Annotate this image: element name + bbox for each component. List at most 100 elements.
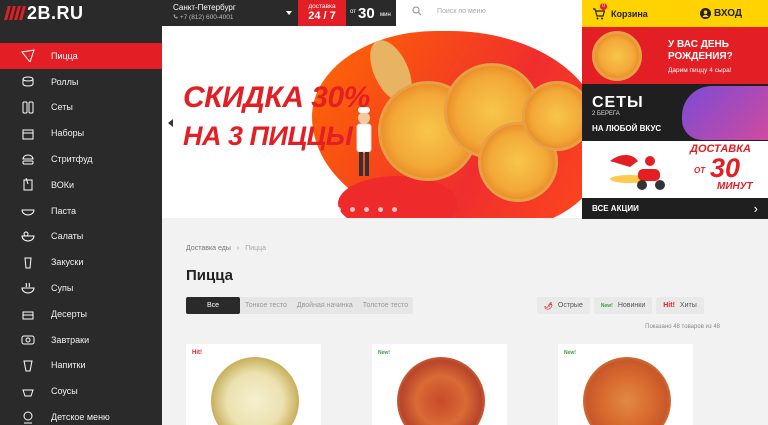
items-count: Показано 48 товаров из 48: [645, 324, 720, 330]
carousel-dot[interactable]: [322, 207, 327, 212]
filter-tab[interactable]: Толстое тесто: [358, 297, 413, 314]
cart-button[interactable]: 0 Корзина: [582, 0, 686, 27]
phone-icon: [173, 14, 178, 19]
carousel-dot[interactable]: [350, 207, 355, 212]
sidebar-item-kids[interactable]: Детское меню: [0, 404, 162, 425]
login-label: ВХОД: [714, 8, 743, 19]
sidebar-item-label: Соусы: [51, 386, 78, 397]
sidebar-item-label: Завтраки: [51, 334, 90, 345]
sidebar-item-pizza[interactable]: Пицца: [0, 43, 162, 69]
product-image[interactable]: [211, 357, 299, 425]
city-selector[interactable]: Санкт-Петербург +7 (812) 600-4001: [162, 0, 298, 26]
birthday-title: У ВАС ДЕНЬ РОЖДЕНИЯ?: [668, 39, 733, 62]
sidebar-item-label: Супы: [51, 283, 74, 294]
chef-illustration: [356, 107, 372, 176]
hero-banner[interactable]: СКИДКА 30% НА 3 ПИЦЦЫ: [162, 26, 582, 218]
carousel-dot[interactable]: [336, 207, 341, 212]
sets-title: СЕТЫ: [592, 94, 644, 111]
delivery-unit-word: МИНУТ: [717, 181, 753, 192]
sidebar-item-sets[interactable]: Сеты: [0, 95, 162, 121]
breadcrumb-current: Пицца: [245, 245, 267, 252]
carousel-dots: [322, 207, 397, 212]
delivery-info: доставка 24 / 7 от 30 мин: [298, 0, 396, 26]
sets-subtitle: 2 БЕРЕГА: [592, 111, 620, 117]
carousel-dot[interactable]: [392, 207, 397, 212]
chevron-right-icon: ›: [753, 200, 758, 216]
tag-mark: Hit!: [663, 302, 675, 309]
tag-filter[interactable]: New! Новинки: [593, 297, 653, 314]
sidebar-item-label: Десерты: [51, 308, 88, 319]
birthday-subtitle: Дарим пиццу 4 сыра!: [668, 67, 732, 74]
breakfast-icon: [20, 333, 36, 347]
sidebar-item-label: Наборы: [51, 128, 85, 139]
sidebar-item-rolls[interactable]: Роллы: [0, 69, 162, 95]
tag-label: Новинки: [617, 302, 646, 309]
sidebar-item-burger[interactable]: Стритфуд: [0, 146, 162, 172]
drink-icon: [20, 358, 36, 372]
product-card[interactable]: New!: [372, 344, 507, 425]
carousel-dot[interactable]: [378, 207, 383, 212]
sidebar-item-drink[interactable]: Напитки: [0, 353, 162, 379]
sidebar-item-salad[interactable]: Салаты: [0, 224, 162, 250]
burger-icon: [20, 152, 36, 166]
login-button[interactable]: ВХОД: [686, 0, 768, 27]
sidebar-item-label: Паста: [51, 205, 77, 216]
sidebar-item-breakfast[interactable]: Завтраки: [0, 327, 162, 353]
carousel-prev-arrow-icon[interactable]: [168, 119, 173, 127]
page-title: Пицца: [186, 267, 233, 284]
tag-filter[interactable]: 🌶 Острые: [537, 297, 590, 314]
promo-headline: СКИДКА 30%: [183, 81, 370, 114]
sidebar-item-label: Сеты: [51, 102, 73, 113]
promo-subheadline: НА 3 ПИЦЦЫ: [183, 121, 353, 151]
breadcrumb: Доставка еды › Пицца: [186, 245, 266, 252]
sidebar-item-label: ВОКи: [51, 179, 74, 190]
tag-filters: 🌶 Острые New! Новинки Hit! Хиты: [537, 297, 704, 314]
tag-label: Хиты: [679, 302, 697, 309]
sidebar-item-box[interactable]: Наборы: [0, 120, 162, 146]
tag-mark: 🌶: [544, 302, 553, 310]
promo-sets[interactable]: СЕТЫ 2 БЕРЕГА НА ЛЮБОЙ ВКУС: [582, 84, 768, 141]
sidebar-item-dessert[interactable]: Десерты: [0, 301, 162, 327]
sidebar-item-label: Детское меню: [51, 412, 110, 423]
product-image[interactable]: [583, 357, 671, 425]
filter-tab[interactable]: Двойная начинка: [292, 297, 358, 314]
filter-tab[interactable]: Тонкое тесто: [240, 297, 292, 314]
sidebar-item-snack[interactable]: Закуски: [0, 249, 162, 275]
category-nav: Пицца Роллы Сеты Наборы Стритфуд ВОКи Паста Сал…: [0, 43, 162, 425]
tag-filter[interactable]: Hit! Хиты: [656, 297, 704, 314]
logo-text: 2B.RU: [27, 2, 84, 23]
phone-text: +7 (812) 600-4001: [179, 14, 234, 21]
cart-count-badge: 0: [600, 3, 607, 10]
breadcrumb-home[interactable]: Доставка еды: [186, 245, 231, 252]
product-badge: New!: [564, 350, 576, 356]
product-card[interactable]: Hit!: [186, 344, 321, 425]
delivery-label: доставка: [308, 3, 336, 10]
sidebar-item-pasta[interactable]: Паста: [0, 198, 162, 224]
all-promos-link[interactable]: ВСЕ АКЦИИ ›: [582, 198, 768, 219]
sidebar-item-sauce[interactable]: Соусы: [0, 378, 162, 404]
promo-delivery[interactable]: ДОСТАВКА ОТ 30 МИНУТ: [582, 141, 768, 198]
top-bar: Санкт-Петербург +7 (812) 600-4001 достав…: [162, 0, 582, 26]
product-image[interactable]: [397, 357, 485, 425]
delivery-hours-badge: доставка 24 / 7: [298, 0, 346, 26]
sets-icon: [20, 100, 36, 114]
phone-number[interactable]: +7 (812) 600-4001: [173, 14, 298, 21]
search-icon: [412, 6, 422, 16]
carousel-dot[interactable]: [364, 207, 369, 212]
city-name: Санкт-Петербург: [173, 3, 236, 12]
rolls-icon: [20, 75, 36, 89]
search-input[interactable]: Поиск по меню: [437, 8, 486, 15]
sidebar-item-label: Роллы: [51, 76, 79, 87]
delivery-from: от: [350, 9, 356, 15]
logo[interactable]: 2B.RU: [0, 0, 162, 26]
sidebar-item-wok[interactable]: ВОКи: [0, 172, 162, 198]
pizza-image: [592, 31, 642, 81]
search-box[interactable]: Поиск по меню: [412, 6, 486, 16]
product-card[interactable]: New!: [558, 344, 693, 425]
sidebar-item-label: Напитки: [51, 360, 86, 371]
filter-tab[interactable]: Все: [186, 297, 240, 314]
snack-icon: [20, 255, 36, 269]
promo-birthday[interactable]: У ВАС ДЕНЬ РОЖДЕНИЯ? Дарим пиццу 4 сыра!: [582, 27, 768, 84]
page: 2B.RU Пицца Роллы Сеты Наборы Стритфуд ВОКи Па…: [0, 0, 768, 425]
sidebar-item-soup[interactable]: Супы: [0, 275, 162, 301]
